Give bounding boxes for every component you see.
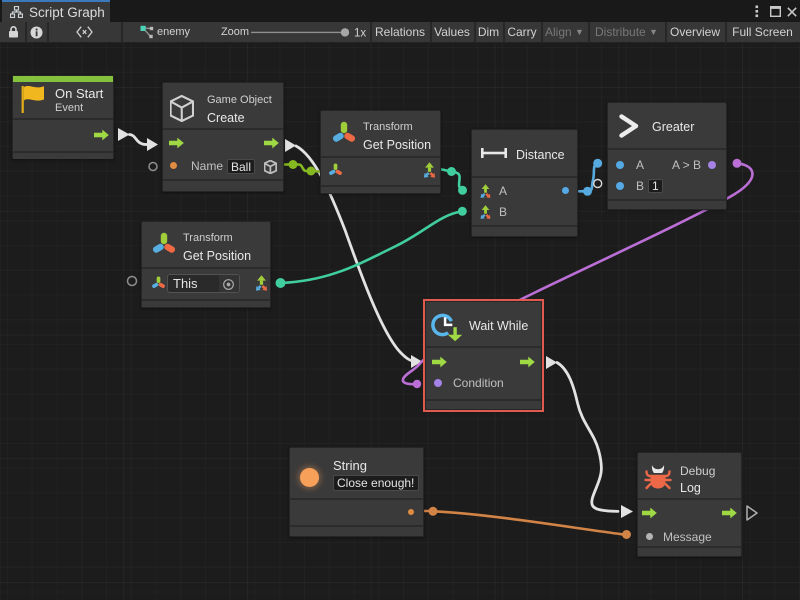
svg-text:1x: 1x	[354, 27, 366, 39]
